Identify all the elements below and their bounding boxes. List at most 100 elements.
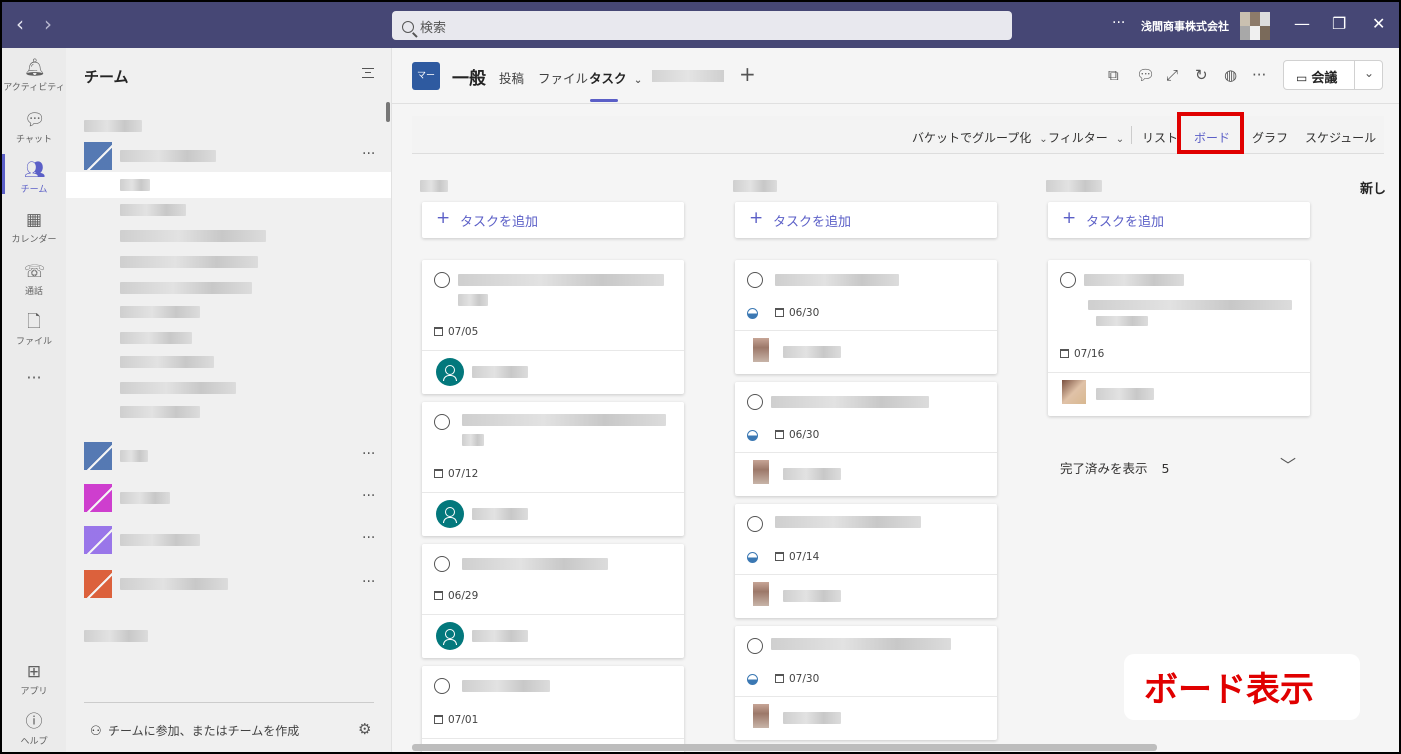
channel-row[interactable] — [120, 356, 214, 368]
schedule-view-button[interactable]: スケジュール — [1305, 129, 1376, 146]
team-more-button[interactable]: ··· — [362, 146, 375, 162]
task-card[interactable]: 07/12 — [422, 402, 684, 536]
rail-label: ファイル — [15, 337, 52, 347]
complete-checkbox[interactable] — [434, 678, 450, 694]
team-avatar[interactable] — [84, 442, 112, 470]
task-card[interactable]: 07/01 — [422, 666, 684, 752]
rail-item-help[interactable]: ⓘ ヘルプ — [2, 712, 66, 747]
conversation-icon[interactable]: 💬︎ — [1136, 66, 1155, 84]
complete-checkbox[interactable] — [1060, 272, 1076, 288]
due-date: 07/14 — [775, 551, 819, 563]
teams-panel: チーム ··· ··· ··· ··· ··· ⚇ チームに参加、またはチームを… — [66, 48, 392, 752]
rail-item-chat[interactable]: 💬︎ チャット — [2, 110, 66, 145]
bucket-title[interactable] — [1046, 180, 1102, 192]
team-name[interactable] — [120, 450, 148, 462]
horizontal-scrollbar[interactable] — [412, 744, 1157, 751]
back-button[interactable]: ‹ — [16, 12, 24, 36]
bucket-title[interactable] — [733, 180, 777, 192]
task-card[interactable]: 07/30 — [735, 626, 997, 740]
forward-button[interactable]: › — [44, 12, 52, 36]
team-avatar[interactable] — [84, 526, 112, 554]
minimize-button[interactable]: — — [1294, 14, 1310, 33]
channel-row[interactable] — [120, 406, 200, 418]
group-by-button[interactable]: バケットでグループ化 ⌄ — [912, 129, 1048, 146]
channel-row-selected[interactable] — [66, 172, 391, 198]
complete-checkbox[interactable] — [434, 414, 450, 430]
add-task-button[interactable]: + タスクを追加 — [422, 202, 684, 238]
complete-checkbox[interactable] — [434, 556, 450, 572]
task-card[interactable]: 07/05 — [422, 260, 684, 394]
rail-item-apps[interactable]: ⊞ アプリ — [2, 662, 66, 697]
team-avatar[interactable] — [84, 570, 112, 598]
new-bucket-button[interactable]: 新し — [1360, 178, 1386, 197]
channel-row[interactable] — [120, 256, 258, 268]
restore-button[interactable]: ❐ — [1332, 14, 1346, 33]
team-name[interactable] — [120, 534, 200, 546]
more-options-button[interactable]: ··· — [1112, 15, 1125, 31]
section-label — [84, 120, 142, 132]
show-completed-button[interactable]: 完了済みを表示 5 — [1060, 458, 1169, 477]
rail-item-calls[interactable]: ☏ 通話 — [2, 262, 66, 297]
team-name[interactable] — [120, 492, 170, 504]
team-name[interactable] — [120, 150, 216, 162]
calendar-icon — [434, 327, 443, 336]
close-button[interactable]: ✕ — [1372, 14, 1385, 33]
channel-row[interactable] — [120, 282, 252, 294]
meeting-button[interactable]: ▭ 会議 ⌄ — [1283, 60, 1383, 90]
list-view-button[interactable]: リスト — [1142, 129, 1178, 146]
tab-files[interactable]: ファイル — [538, 68, 588, 87]
complete-checkbox[interactable] — [434, 272, 450, 288]
team-more-button[interactable]: ··· — [362, 574, 375, 590]
channel-row[interactable] — [120, 306, 200, 318]
add-tab-button[interactable]: + — [739, 62, 756, 86]
panel-scrollbar[interactable] — [386, 102, 390, 122]
filter-icon[interactable] — [362, 68, 374, 78]
team-more-button[interactable]: ··· — [362, 488, 375, 504]
team-more-button[interactable]: ··· — [362, 530, 375, 546]
add-task-button[interactable]: + タスクを追加 — [735, 202, 997, 238]
expand-icon[interactable]: ⤢ — [1166, 66, 1178, 84]
complete-checkbox[interactable] — [747, 394, 763, 410]
channel-row[interactable] — [120, 332, 192, 344]
team-avatar[interactable] — [84, 484, 112, 512]
rail-item-calendar[interactable]: ▦ カレンダー — [2, 210, 66, 245]
complete-checkbox[interactable] — [747, 272, 763, 288]
bucket-title[interactable] — [420, 180, 448, 192]
complete-checkbox[interactable] — [747, 638, 763, 654]
gear-icon[interactable]: ⚙ — [358, 720, 371, 738]
task-card[interactable]: 06/29 — [422, 544, 684, 658]
task-card[interactable]: 06/30 — [735, 260, 997, 374]
task-card[interactable]: 07/14 — [735, 504, 997, 618]
team-more-button[interactable]: ··· — [362, 446, 375, 462]
refresh-icon[interactable]: ↻ — [1195, 66, 1208, 84]
search-input[interactable]: 検索 — [392, 11, 1012, 40]
filter-button[interactable]: フィルター ⌄ — [1048, 129, 1124, 146]
globe-icon[interactable]: ◍ — [1224, 66, 1237, 84]
chevron-down-icon[interactable]: ⌄ — [1364, 66, 1374, 80]
chart-view-button[interactable]: グラフ — [1252, 129, 1288, 146]
rail-item-activity[interactable]: 🔔︎ アクティビティ — [2, 58, 66, 93]
channel-row[interactable] — [120, 204, 186, 216]
task-card[interactable]: 06/30 — [735, 382, 997, 496]
panel-footer-divider — [84, 702, 374, 703]
channel-row[interactable] — [120, 382, 236, 394]
team-avatar[interactable] — [84, 142, 112, 170]
tab-tasks[interactable]: タスク ⌄ — [589, 68, 642, 87]
rail-item-teams[interactable]: 👥︎ チーム — [2, 160, 66, 195]
channel-name — [120, 179, 150, 191]
more-icon[interactable]: ··· — [1252, 66, 1266, 84]
rail-item-files[interactable]: 🗋 ファイル — [2, 312, 66, 347]
complete-checkbox[interactable] — [747, 516, 763, 532]
tab-posts[interactable]: 投稿 — [499, 68, 524, 87]
team-name[interactable] — [120, 578, 228, 590]
add-task-button[interactable]: + タスクを追加 — [1048, 202, 1310, 238]
user-avatar[interactable] — [1240, 12, 1270, 40]
plus-icon: + — [749, 208, 764, 228]
channel-row[interactable] — [120, 230, 266, 242]
chevron-down-icon[interactable]: ﹀ — [1280, 452, 1296, 476]
tab-hidden[interactable] — [652, 70, 724, 82]
task-card[interactable]: 07/16 — [1048, 260, 1310, 416]
rail-more-button[interactable]: ··· — [2, 368, 66, 387]
join-or-create-team-button[interactable]: ⚇ チームに参加、またはチームを作成 — [90, 722, 299, 739]
open-in-browser-icon[interactable]: ⧉ — [1108, 66, 1119, 84]
